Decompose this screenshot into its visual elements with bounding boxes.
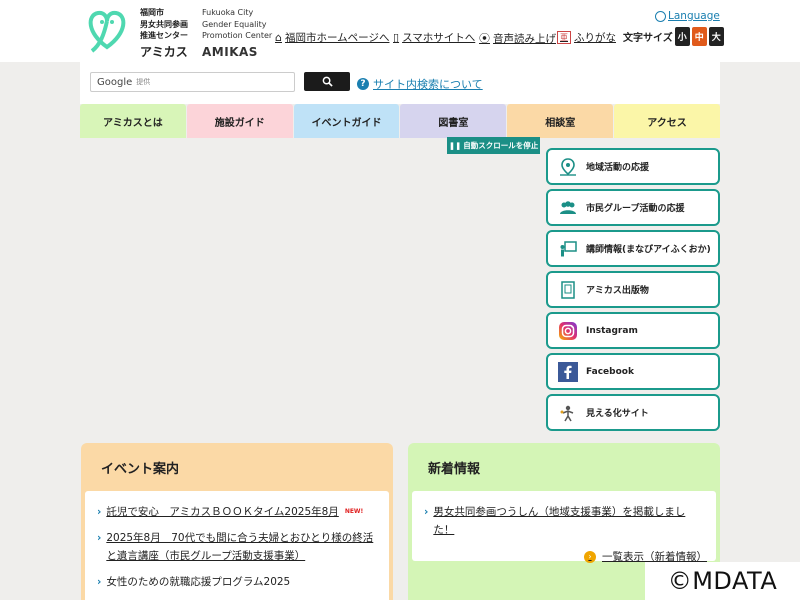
lecturer-icon (558, 239, 578, 259)
nav-item-facility-guide[interactable]: 施設ガイド (186, 104, 293, 138)
nav-item-access[interactable]: アクセス (614, 104, 720, 138)
side-link-label: アミカス出版物 (586, 286, 649, 296)
news-panel-title: 新着情報 (428, 461, 481, 477)
site-search-bar: Google 提供 ? サイト内検索について (80, 62, 720, 104)
smartphone-site-label: スマホサイトへ (402, 32, 476, 44)
side-link-lecturer-info[interactable]: 講師情報(まなびアイふくおか) (546, 230, 720, 267)
pause-icon: ❚❚ (448, 141, 462, 150)
search-icon (322, 76, 333, 87)
new-badge: NEW! (344, 508, 364, 515)
logo-en-line: Gender Equality (202, 19, 267, 29)
nav-item-about[interactable]: アミカスとは (80, 104, 186, 138)
search-input[interactable]: Google 提供 (90, 72, 295, 92)
event-panel: イベント案内 › 託児で安心 アミカスＢＯＯＫタイム2025年8月 NEW! › … (81, 443, 393, 600)
map-pin-icon (558, 157, 578, 177)
chevron-right-icon: › (424, 506, 429, 518)
facebook-icon (558, 361, 578, 382)
event-list: › 託児で安心 アミカスＢＯＯＫタイム2025年8月 NEW! › 2025年8月… (85, 491, 389, 600)
furigana-link[interactable]: 亜 ふりがな (557, 30, 616, 45)
city-homepage-link[interactable]: ⌂ 福岡市ホームページへ (275, 30, 389, 45)
font-size-large-button[interactable]: 大 (708, 27, 724, 46)
visualization-icon (558, 403, 578, 423)
logo-en-name: AMIKAS (202, 44, 258, 59)
furigana-icon: 亜 (557, 31, 571, 44)
google-brand-sub: 提供 (136, 78, 151, 86)
instagram-icon (558, 321, 578, 341)
side-link-instagram[interactable]: Instagram (546, 312, 720, 349)
main-nav: アミカスとは 施設ガイド イベントガイド 図書室 相談室 アクセス (80, 104, 720, 138)
chevron-right-icon: › (97, 576, 102, 588)
language-label: Language (668, 10, 720, 22)
nav-item-event-guide[interactable]: イベントガイド (293, 104, 400, 138)
globe-icon (655, 10, 666, 22)
chevron-right-icon: › (97, 532, 102, 544)
side-link-group-support[interactable]: 市民グループ活動の応援 (546, 189, 720, 226)
search-help-label: サイト内検索について (373, 78, 483, 91)
logo-jp-line: 福岡市 (140, 8, 164, 17)
side-link-label: Instagram (586, 325, 638, 336)
side-link-label: 地域活動の応援 (586, 163, 650, 173)
voice-reading-link[interactable]: ⦿ 音声読み上げ (479, 30, 556, 46)
speaker-icon: ⦿ (479, 32, 490, 45)
house-icon: ⌂ (275, 31, 282, 44)
language-link[interactable]: Language (655, 10, 720, 22)
google-brand: Google (97, 76, 133, 88)
logo-en-line: Fukuoka City (202, 8, 254, 17)
side-link-publications[interactable]: アミカス出版物 (546, 271, 720, 308)
amikas-logo-icon[interactable] (82, 5, 132, 55)
news-list: › 男女共同参画つうしん（地域支援事業）を掲載しました！ › 一覧表示（新着情報… (412, 491, 716, 563)
question-icon: ? (357, 78, 369, 90)
logo-japanese-text: 福岡市 男女共同参画 推進センター アミカス (140, 7, 188, 60)
event-item[interactable]: › 2025年8月 70代でも間に合う夫婦とおひとり様の終活と遺言講座（市民グル… (97, 529, 377, 565)
font-size-label: 文字サイズ (623, 33, 673, 44)
logo-en-line: Promotion Center (202, 31, 273, 40)
search-button[interactable] (304, 72, 350, 91)
group-icon (558, 198, 578, 218)
event-item-link[interactable]: 2025年8月 70代でも間に合う夫婦とおひとり様の終活と遺言講座（市民グループ… (106, 529, 377, 565)
chevron-right-icon: › (97, 506, 102, 518)
side-link-facebook[interactable]: Facebook (546, 353, 720, 390)
city-homepage-label: 福岡市ホームページへ (284, 32, 390, 44)
auto-scroll-stop-button[interactable]: ❚❚ 自動スクロールを停止 (447, 137, 540, 154)
event-item-link[interactable]: 託児で安心 アミカスＢＯＯＫタイム2025年8月 (106, 506, 338, 518)
auto-scroll-stop-label: 自動スクロールを停止 (463, 141, 539, 150)
font-size-selector: 文字サイズ 小 中 大 (623, 27, 724, 46)
nav-item-library[interactable]: 図書室 (400, 104, 507, 138)
logo-jp-line: 男女共同参画 (140, 19, 188, 29)
news-item[interactable]: › 男女共同参画つうしん（地域支援事業）を掲載しました！ (424, 503, 704, 539)
side-links: 地域活動の応援 市民グループ活動の応援 講師情報(まなびアイふくおか) アミカス… (546, 148, 720, 435)
side-link-label: 市民グループ活動の応援 (586, 204, 685, 214)
smartphone-icon: ▯ (393, 31, 400, 44)
search-help-link[interactable]: ? サイト内検索について (357, 76, 483, 92)
event-panel-title: イベント案内 (101, 461, 180, 477)
chevron-right-circle-icon: › (584, 550, 596, 563)
font-size-small-button[interactable]: 小 (674, 27, 690, 46)
event-item-link[interactable]: 女性のための就職応援プログラム2025 (106, 573, 290, 591)
site-header: 福岡市 男女共同参画 推進センター アミカス Fukuoka City Gend… (0, 0, 800, 62)
side-link-label: 見える化サイト (586, 409, 649, 419)
side-link-label: Facebook (586, 366, 634, 377)
logo-english-text: Fukuoka City Gender Equality Promotion C… (202, 7, 272, 60)
font-size-medium-button[interactable]: 中 (691, 27, 707, 46)
event-item[interactable]: › 女性のための就職応援プログラム2025 (97, 573, 377, 591)
side-link-community-support[interactable]: 地域活動の応援 (546, 148, 720, 185)
smartphone-site-link[interactable]: ▯ スマホサイトへ (393, 30, 475, 45)
side-link-visualization[interactable]: 見える化サイト (546, 394, 720, 431)
watermark: ©MDATA (645, 562, 800, 600)
logo-jp-line: 推進センター (140, 31, 188, 40)
voice-reading-label: 音声読み上げ (493, 32, 556, 45)
book-icon (558, 280, 578, 300)
nav-item-consultation[interactable]: 相談室 (507, 104, 614, 138)
logo-jp-name: アミカス (140, 44, 188, 59)
furigana-label: ふりがな (574, 32, 616, 44)
side-link-label: 講師情報(まなびアイふくおか) (586, 245, 711, 255)
event-item[interactable]: › 託児で安心 アミカスＢＯＯＫタイム2025年8月 NEW! (97, 503, 377, 521)
news-item-link[interactable]: 男女共同参画つうしん（地域支援事業）を掲載しました！ (433, 503, 704, 539)
